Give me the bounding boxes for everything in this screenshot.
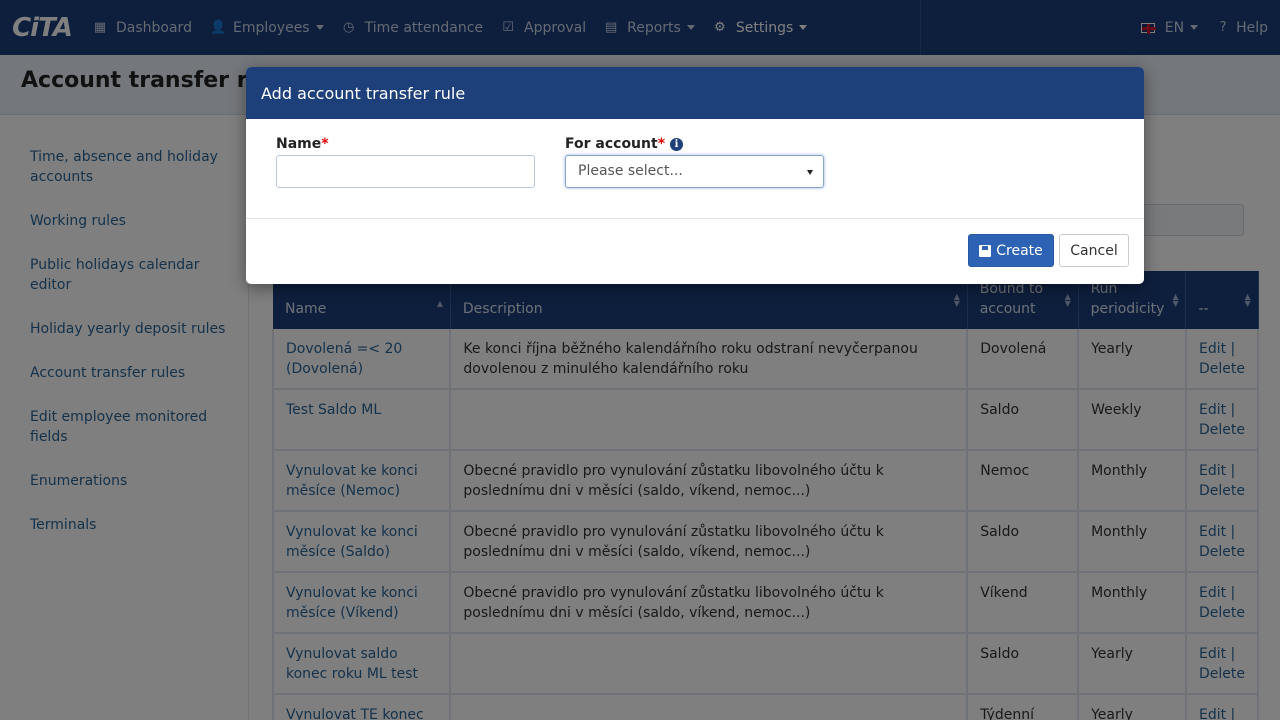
required-marker: * (321, 136, 329, 152)
floppy-disk-icon (979, 244, 992, 257)
account-field-label: For account* i (565, 136, 684, 152)
create-button-label: Create (996, 242, 1043, 259)
cancel-button[interactable]: Cancel (1059, 234, 1129, 267)
info-icon[interactable]: i (670, 138, 684, 151)
account-select[interactable]: Please select... (565, 155, 824, 188)
required-marker: * (657, 136, 666, 152)
dropdown-arrow-icon (807, 170, 813, 175)
dialog-title: Add account transfer rule (246, 67, 1144, 119)
cancel-button-label: Cancel (1070, 242, 1118, 259)
account-label-text: For account (565, 136, 658, 152)
add-rule-dialog: Add account transfer rule Name* For acco… (246, 67, 1144, 284)
dialog-body: Name* For account* i Please select... (246, 119, 1144, 219)
account-select-placeholder: Please select... (578, 163, 683, 179)
create-button[interactable]: Create (968, 234, 1054, 267)
dialog-footer: Create Cancel (246, 219, 1144, 284)
name-input[interactable] (276, 155, 535, 188)
name-field-label: Name* (276, 136, 329, 152)
name-label-text: Name (276, 136, 322, 152)
